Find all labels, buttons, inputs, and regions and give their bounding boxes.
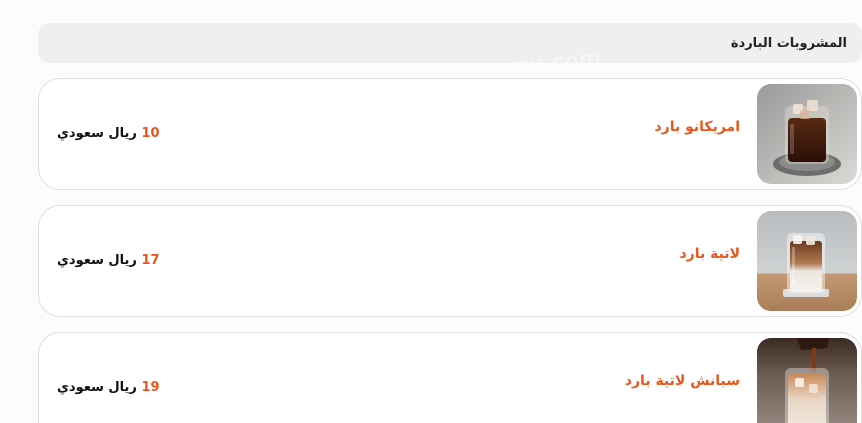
- iced-spanish-latte-image: [757, 338, 857, 423]
- item-name: سبانش لاتية بارد: [624, 373, 740, 389]
- price-amount: 19: [141, 380, 160, 395]
- price-amount: 10: [141, 126, 160, 141]
- menu-item-card[interactable]: لاتية بارد 17 ريال سعودي: [38, 205, 862, 317]
- price-amount: 17: [141, 253, 160, 268]
- price-currency: ريال سعودي: [57, 380, 137, 395]
- category-title: المشروبات الباردة: [730, 35, 847, 51]
- item-name: امريكانو بارد: [654, 119, 741, 135]
- menu-page: المشروبات الباردة ···nu.com امريكانو بار…: [0, 0, 862, 423]
- iced-latte-image: [757, 211, 857, 311]
- menu-item-card[interactable]: سبانش لاتية بارد 19 ريال سعودي: [38, 332, 862, 423]
- item-price: 17 ريال سعودي: [57, 253, 160, 268]
- price-currency: ريال سعودي: [57, 126, 137, 141]
- item-price: 10 ريال سعودي: [57, 126, 160, 141]
- item-name: لاتية بارد: [679, 246, 740, 262]
- category-header: المشروبات الباردة: [38, 23, 862, 63]
- iced-americano-image: [757, 84, 857, 184]
- menu-item-card[interactable]: امريكانو بارد 10 ريال سعودي: [38, 78, 862, 190]
- price-currency: ريال سعودي: [57, 253, 137, 268]
- item-price: 19 ريال سعودي: [57, 380, 160, 395]
